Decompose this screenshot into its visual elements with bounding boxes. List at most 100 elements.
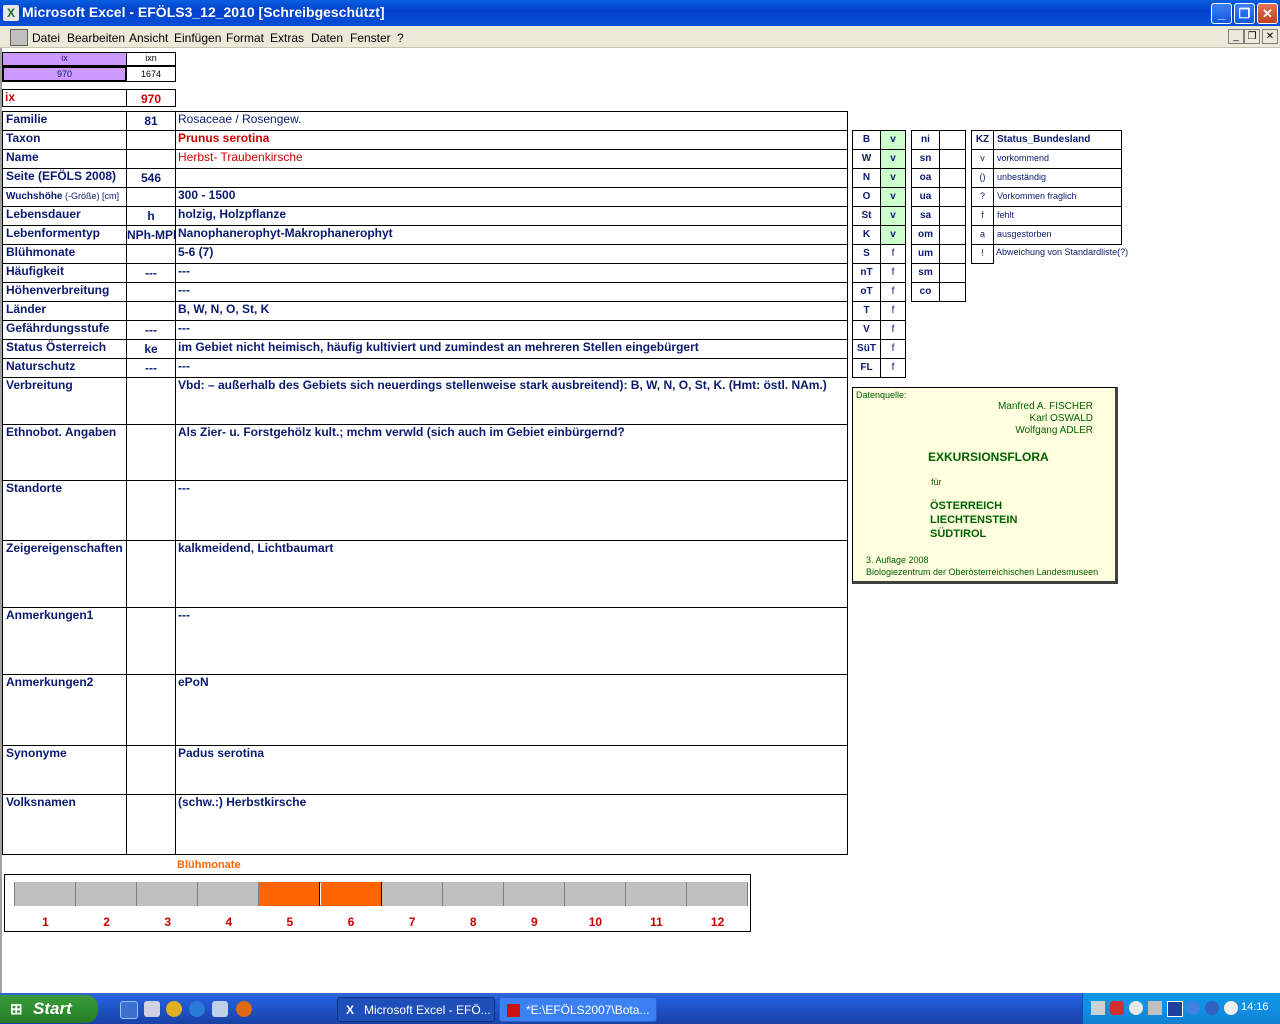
row-code[interactable]	[127, 677, 175, 693]
bundesland-code[interactable]: T	[852, 301, 881, 321]
media-player-icon[interactable]	[166, 1001, 182, 1017]
region-code[interactable]: ni	[911, 130, 940, 150]
workbook-icon[interactable]	[10, 29, 28, 46]
row-value[interactable]: Rosaceae / Rosengew.	[176, 112, 846, 128]
row-value[interactable]: ---	[176, 359, 846, 375]
row-code[interactable]: NPh-MPh	[127, 228, 175, 244]
bundesland-status[interactable]: f	[880, 320, 906, 340]
region-code[interactable]: sn	[911, 149, 940, 169]
menu-ansicht[interactable]: Ansicht	[129, 31, 168, 45]
row-code[interactable]: ---	[127, 361, 175, 377]
avira-icon[interactable]	[1224, 1001, 1238, 1015]
connection-icon[interactable]	[1148, 1001, 1162, 1015]
row-value[interactable]	[176, 169, 846, 185]
bundesland-code[interactable]: B	[852, 130, 881, 150]
row-value[interactable]: holzig, Holzpflanze	[176, 207, 846, 223]
start-button[interactable]: ⊞ Start	[0, 995, 98, 1023]
row-value[interactable]: Nanophanerophyt-Makrophanerophyt	[176, 226, 846, 242]
ix-header-cell[interactable]: ix	[2, 52, 127, 66]
row-value[interactable]: Vbd: – außerhalb des Gebiets sich neuerd…	[176, 378, 846, 394]
row-value[interactable]: Als Zier- u. Forstgehölz kult.; mchm ver…	[176, 425, 846, 441]
menu-fenster[interactable]: Fenster	[350, 31, 391, 45]
bundesland-status[interactable]: f	[880, 282, 906, 302]
row-value[interactable]: (schw.:) Herbstkirsche	[176, 795, 846, 811]
bundesland-status[interactable]: v	[880, 168, 906, 188]
doc-close-button[interactable]: ✕	[1262, 29, 1278, 44]
bundesland-status[interactable]: v	[880, 225, 906, 245]
row-code[interactable]	[127, 543, 175, 559]
outlook-express-icon[interactable]	[212, 1001, 228, 1017]
row-value[interactable]: 5-6 (7)	[176, 245, 846, 261]
row-code[interactable]	[127, 483, 175, 499]
update-icon[interactable]	[1186, 1001, 1200, 1015]
row-code[interactable]	[127, 380, 175, 396]
row-value[interactable]: B, W, N, O, St, K	[176, 302, 846, 318]
region-status[interactable]	[939, 263, 966, 283]
bundesland-code[interactable]: oT	[852, 282, 881, 302]
row-value[interactable]: ---	[176, 608, 846, 624]
network-icon[interactable]	[1091, 1001, 1105, 1015]
row-value[interactable]: im Gebiet nicht heimisch, häufig kultivi…	[176, 340, 846, 356]
show-desktop-icon[interactable]	[120, 1001, 138, 1019]
minimize-button[interactable]: _	[1211, 3, 1232, 24]
menu-extras[interactable]: Extras	[270, 31, 304, 45]
region-code[interactable]: sa	[911, 206, 940, 226]
bundesland-code[interactable]: SüT	[852, 339, 881, 359]
row-code[interactable]	[127, 152, 175, 168]
region-status[interactable]	[939, 187, 966, 207]
bundesland-status[interactable]: v	[880, 130, 906, 150]
ix-value-cell[interactable]: 970	[2, 66, 127, 82]
firefox-icon[interactable]	[236, 1001, 252, 1017]
ixn-header-cell[interactable]: ixn	[127, 52, 176, 66]
shield-icon[interactable]	[1167, 1001, 1183, 1017]
quicklaunch-app-icon[interactable]	[144, 1001, 160, 1017]
region-code[interactable]: om	[911, 225, 940, 245]
row-code[interactable]	[127, 304, 175, 320]
doc-restore-button[interactable]: ❐	[1244, 29, 1260, 44]
row-value[interactable]: Herbst- Traubenkirsche	[176, 150, 846, 166]
row-code[interactable]	[127, 610, 175, 626]
bundesland-code[interactable]: W	[852, 149, 881, 169]
row-value[interactable]: ---	[176, 321, 846, 337]
bundesland-status[interactable]: f	[880, 263, 906, 283]
region-status[interactable]	[939, 168, 966, 188]
row-code[interactable]	[127, 427, 175, 443]
region-code[interactable]: sm	[911, 263, 940, 283]
row-code[interactable]	[127, 797, 175, 813]
region-status[interactable]	[939, 130, 966, 150]
bundesland-status[interactable]: v	[880, 206, 906, 226]
row-value[interactable]: kalkmeidend, Lichtbaumart	[176, 541, 846, 557]
row-value[interactable]: Padus serotina	[176, 746, 846, 762]
internet-explorer-icon[interactable]	[189, 1001, 205, 1017]
bundesland-code[interactable]: V	[852, 320, 881, 340]
menu-einfuegen[interactable]: Einfügen	[174, 31, 221, 45]
bundesland-code[interactable]: FL	[852, 358, 881, 378]
bundesland-status[interactable]: f	[880, 339, 906, 359]
region-code[interactable]: oa	[911, 168, 940, 188]
row-code[interactable]	[127, 190, 175, 206]
row-code[interactable]	[127, 247, 175, 263]
region-status[interactable]	[939, 282, 966, 302]
region-status[interactable]	[939, 149, 966, 169]
bundesland-status[interactable]: v	[880, 187, 906, 207]
restore-button[interactable]: ❐	[1234, 3, 1255, 24]
region-code[interactable]: ua	[911, 187, 940, 207]
row-code[interactable]: 546	[127, 171, 175, 187]
row-value[interactable]: ---	[176, 264, 846, 280]
row-code[interactable]	[127, 133, 175, 149]
bundesland-status[interactable]: f	[880, 244, 906, 264]
bundesland-status[interactable]: f	[880, 358, 906, 378]
menu-datei[interactable]: Datei	[32, 31, 60, 45]
taskbar-explorer[interactable]: *E:\EFÖLS2007\Bota...	[499, 997, 657, 1022]
row-code[interactable]: ke	[127, 342, 175, 358]
row-value[interactable]: ---	[176, 283, 846, 299]
bundesland-code[interactable]: nT	[852, 263, 881, 283]
ixn-value-cell[interactable]: 1674	[127, 66, 176, 82]
info-icon[interactable]	[1205, 1001, 1219, 1015]
doc-minimize-button[interactable]: _	[1228, 29, 1244, 44]
menu-help[interactable]: ?	[397, 31, 404, 45]
row-code[interactable]: 81	[127, 114, 175, 130]
bundesland-code[interactable]: S	[852, 244, 881, 264]
region-status[interactable]	[939, 225, 966, 245]
bundesland-code[interactable]: N	[852, 168, 881, 188]
